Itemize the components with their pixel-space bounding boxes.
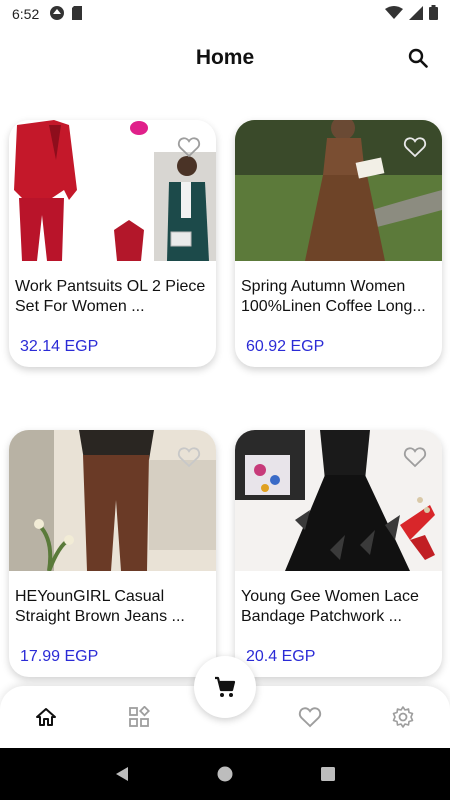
product-card[interactable]: Young Gee Women Lace Bandage Patchwork .…	[235, 430, 442, 677]
notification-icon	[49, 5, 65, 24]
status-icons-left	[49, 5, 83, 24]
product-title: Young Gee Women Lace Bandage Patchwork .…	[241, 588, 419, 625]
product-card[interactable]: Spring Autumn Women 100%Linen Coffee Lon…	[235, 120, 442, 367]
home-circle-icon	[217, 766, 233, 782]
heart-outline-icon	[403, 137, 427, 158]
search-button[interactable]	[406, 46, 430, 70]
product-price: 32.14 EGP	[20, 338, 99, 355]
system-nav-bar	[0, 748, 450, 800]
product-title: HEYounGIRL Casual Straight Brown Jeans .…	[15, 588, 185, 625]
product-price: 20.4 EGP	[246, 648, 316, 665]
signal-icon	[409, 5, 423, 23]
favorite-button[interactable]	[402, 444, 428, 470]
nav-settings[interactable]	[390, 704, 416, 730]
product-card[interactable]: Work Pantsuits OL 2 Piece Set For Women …	[9, 120, 216, 367]
search-icon	[408, 48, 428, 68]
product-card[interactable]: HEYounGIRL Casual Straight Brown Jeans .…	[9, 430, 216, 677]
recents-square-icon	[321, 767, 336, 781]
status-icons-right	[385, 5, 438, 23]
home-icon	[36, 708, 56, 726]
status-bar: 6:52	[0, 0, 450, 28]
product-price: 17.99 EGP	[20, 648, 99, 665]
heart-outline-icon	[177, 447, 201, 468]
heart-outline-icon	[403, 447, 427, 468]
nav-home[interactable]	[33, 704, 59, 730]
status-time: 6:52	[12, 6, 40, 22]
screen: 6:52 Home Work Pantsuits OL 2 Piece Set …	[0, 0, 450, 800]
home-system-button[interactable]	[215, 764, 235, 784]
cart-icon	[215, 676, 236, 697]
back-button[interactable]	[112, 764, 132, 784]
page-title: Home	[195, 46, 255, 69]
settings-icon	[392, 706, 414, 728]
product-price: 60.92 EGP	[246, 338, 325, 355]
battery-icon	[429, 5, 438, 23]
favorite-button[interactable]	[402, 134, 428, 160]
categories-icon	[129, 706, 150, 727]
recents-button[interactable]	[318, 764, 338, 784]
sd-card-icon	[71, 5, 83, 24]
nav-favorites[interactable]	[297, 704, 323, 730]
heart-outline-icon	[177, 137, 201, 158]
wifi-icon	[385, 5, 403, 23]
back-triangle-icon	[115, 767, 128, 781]
cart-button[interactable]	[194, 656, 256, 718]
nav-categories[interactable]	[126, 704, 152, 730]
app-bar: Home	[0, 36, 450, 80]
favorite-button[interactable]	[176, 134, 202, 160]
product-title: Work Pantsuits OL 2 Piece Set For Women …	[15, 278, 206, 315]
product-title: Spring Autumn Women 100%Linen Coffee Lon…	[241, 278, 426, 315]
favorites-icon	[298, 707, 322, 728]
favorite-button[interactable]	[176, 444, 202, 470]
